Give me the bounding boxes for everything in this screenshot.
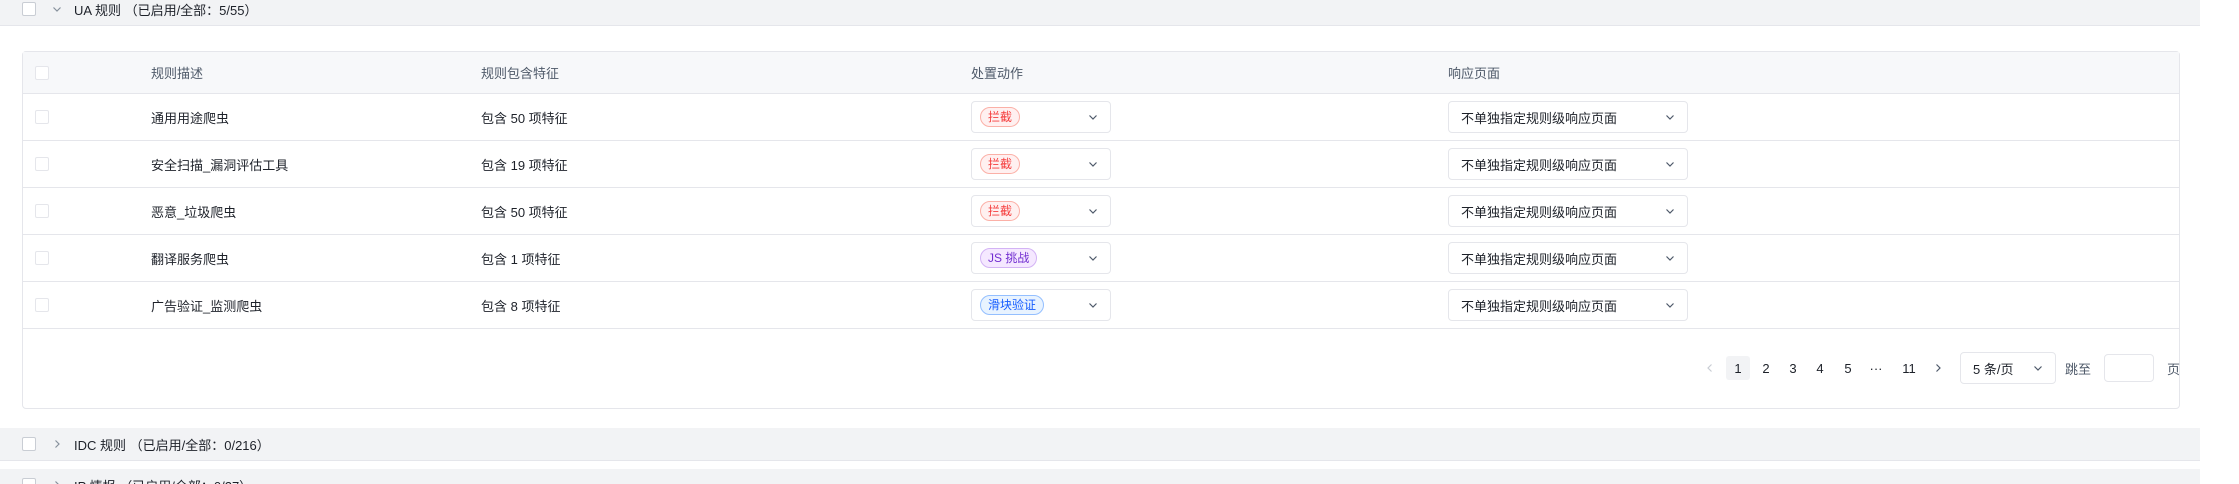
rule-desc: 恶意_垃圾爬虫: [151, 204, 237, 220]
response-value: 不单独指定规则级响应页面: [1461, 298, 1618, 314]
response-value: 不单独指定规则级响应页面: [1461, 251, 1618, 267]
rule-features: 包含 50 项特征: [481, 110, 568, 126]
select-all-checkbox[interactable]: [35, 65, 49, 80]
rule-desc: 广告验证_监测爬虫: [151, 298, 263, 314]
page: UA 规则 （已启用/全部：5/55） 规则描述 规则包含特征 处置动作 响应页…: [0, 0, 2239, 484]
group-header-ip[interactable]: IP 情报 （已启用/全部：0/27）: [0, 469, 2200, 484]
jump-input-wrap: [2104, 352, 2154, 384]
action-tag: 拦截: [980, 201, 1021, 221]
jump-page-input[interactable]: [2104, 354, 2154, 382]
chevron-down-icon: [1089, 209, 1097, 214]
action-select[interactable]: 拦截: [971, 101, 1111, 133]
header-action: 处置动作: [971, 66, 1024, 81]
row-checkbox[interactable]: [35, 110, 49, 124]
jump-suffix: 页: [2167, 361, 2181, 377]
chevron-down-icon: [1666, 256, 1674, 261]
group-checkbox[interactable]: [22, 478, 36, 484]
chevron-down-icon: [1089, 256, 1097, 261]
table-header: 规则描述 规则包含特征 处置动作 响应页面: [23, 52, 2179, 94]
chevron-right-icon[interactable]: [50, 437, 64, 451]
chevron-down-icon: [1666, 115, 1674, 120]
response-select[interactable]: 不单独指定规则级响应页面: [1448, 289, 1688, 321]
action-select[interactable]: 拦截: [971, 148, 1111, 180]
row-checkbox[interactable]: [35, 251, 49, 265]
jump-label: 跳至: [2065, 361, 2092, 377]
group-title: UA 规则 （已启用/全部：5/55）: [74, 2, 258, 18]
group-header-idc[interactable]: IDC 规则 （已启用/全部：0/216）: [0, 428, 2200, 461]
group-checkbox[interactable]: [22, 437, 36, 451]
table-row: 恶意_垃圾爬虫 包含 50 项特征 拦截 不单独指定规则级响应页面: [23, 188, 2179, 235]
page-button[interactable]: 3: [1781, 356, 1805, 380]
response-select[interactable]: 不单独指定规则级响应页面: [1448, 148, 1688, 180]
response-value: 不单独指定规则级响应页面: [1461, 157, 1618, 173]
response-select[interactable]: 不单独指定规则级响应页面: [1448, 242, 1688, 274]
page-size-select[interactable]: 5 条/页: [1960, 352, 2056, 384]
rule-desc: 翻译服务爬虫: [151, 251, 230, 267]
pagination: 1 2 3 4 5 ··· 11 5 条/页 跳至 页: [23, 352, 2181, 384]
table-row: 广告验证_监测爬虫 包含 8 项特征 滑块验证 不单独指定规则级响应页面: [23, 282, 2179, 329]
next-page-button[interactable]: [1926, 356, 1950, 380]
response-select[interactable]: 不单独指定规则级响应页面: [1448, 101, 1688, 133]
action-tag: 滑块验证: [980, 295, 1045, 315]
action-select[interactable]: JS 挑战: [971, 242, 1111, 274]
page-button[interactable]: 11: [1895, 356, 1923, 380]
group-header-ua[interactable]: UA 规则 （已启用/全部：5/55）: [0, 0, 2200, 26]
page-ellipsis[interactable]: ···: [1864, 356, 1888, 380]
row-checkbox[interactable]: [35, 204, 49, 218]
rules-table: 规则描述 规则包含特征 处置动作 响应页面 通用用途爬虫 包含 50 项特征 拦截不…: [22, 51, 2180, 409]
page-size-value: 5 条/页: [1973, 361, 2014, 377]
row-checkbox[interactable]: [35, 298, 49, 312]
chevron-down-icon: [1666, 209, 1674, 214]
prev-page-button[interactable]: [1698, 356, 1722, 380]
table-row: 通用用途爬虫 包含 50 项特征 拦截 不单独指定规则级响应页面: [23, 94, 2179, 141]
rule-desc: 通用用途爬虫: [151, 110, 230, 126]
chevron-down-icon[interactable]: [50, 2, 64, 16]
rule-features: 包含 8 项特征: [481, 298, 561, 314]
chevron-down-icon: [1666, 162, 1674, 167]
group-title: IDC 规则 （已启用/全部：0/216）: [74, 437, 270, 453]
table-row: 安全扫描_漏洞评估工具 包含 19 项特征 拦截 不单独指定规则级响应页面: [23, 141, 2179, 188]
page-button[interactable]: 4: [1808, 356, 1832, 380]
page-button[interactable]: 1: [1726, 356, 1750, 380]
group-title: IP 情报 （已启用/全部：0/27）: [74, 476, 252, 484]
chevron-down-icon: [1666, 303, 1674, 308]
action-select[interactable]: 拦截: [971, 195, 1111, 227]
chevron-down-icon: [1089, 303, 1097, 308]
row-checkbox[interactable]: [35, 157, 49, 171]
action-tag: 拦截: [980, 154, 1021, 174]
response-value: 不单独指定规则级响应页面: [1461, 204, 1618, 220]
rule-features: 包含 1 项特征: [481, 251, 561, 267]
rule-desc: 安全扫描_漏洞评估工具: [151, 157, 289, 173]
rule-features: 包含 50 项特征: [481, 204, 568, 220]
response-value: 不单独指定规则级响应页面: [1461, 110, 1618, 126]
response-select[interactable]: 不单独指定规则级响应页面: [1448, 195, 1688, 227]
header-response: 响应页面: [1448, 66, 1501, 81]
group-checkbox[interactable]: [22, 2, 36, 16]
chevron-right-icon[interactable]: [50, 478, 64, 484]
chevron-down-icon: [1089, 162, 1097, 167]
chevron-down-icon: [2034, 366, 2042, 371]
header-features: 规则包含特征: [481, 66, 560, 81]
table-row: 翻译服务爬虫 包含 1 项特征 JS 挑战 不单独指定规则级响应页面: [23, 235, 2179, 282]
rule-features: 包含 19 项特征: [481, 157, 568, 173]
page-button[interactable]: 5: [1836, 356, 1860, 380]
header-desc: 规则描述: [151, 66, 204, 81]
action-tag: JS 挑战: [980, 248, 1038, 268]
chevron-down-icon: [1089, 115, 1097, 120]
page-button[interactable]: 2: [1754, 356, 1778, 380]
action-select[interactable]: 滑块验证: [971, 289, 1111, 321]
action-tag: 拦截: [980, 107, 1021, 127]
